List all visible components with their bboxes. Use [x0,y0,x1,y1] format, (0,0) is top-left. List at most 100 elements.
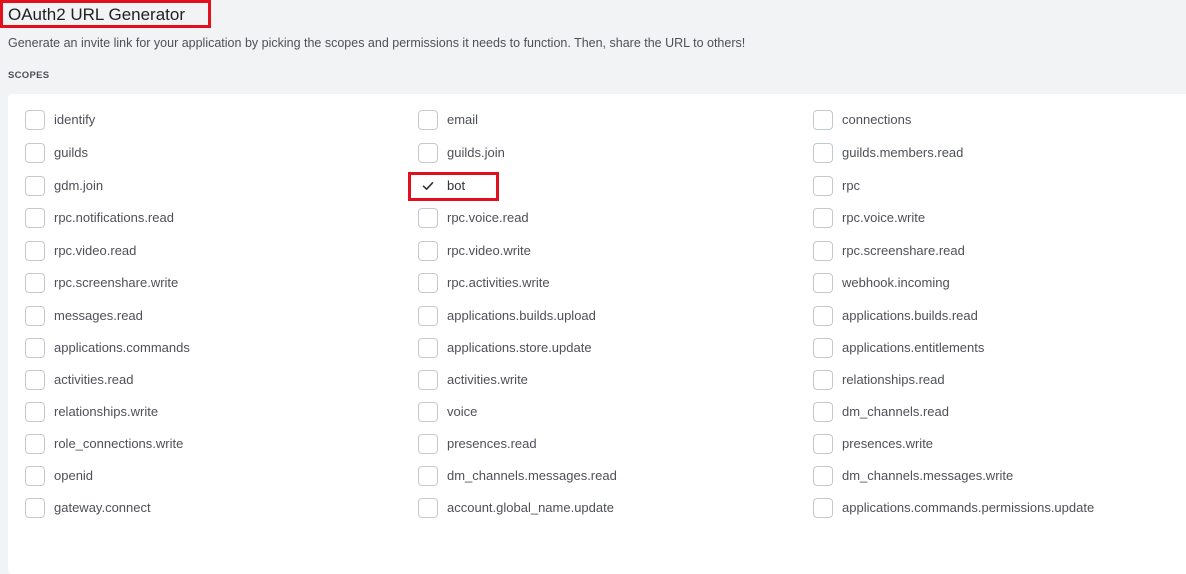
checkbox[interactable] [25,338,45,358]
scope-dm-channels-messages-read[interactable]: dm_channels.messages.read [418,464,617,488]
scope-rpc-screenshare-write[interactable]: rpc.screenshare.write [25,271,178,295]
scope-applications-builds-upload[interactable]: applications.builds.upload [418,304,596,328]
scope-role-connections-write[interactable]: role_connections.write [25,432,183,456]
checkbox[interactable] [25,370,45,390]
scope-label: relationships.read [842,372,945,387]
scope-relationships-read[interactable]: relationships.read [813,368,945,392]
checkbox[interactable] [813,466,833,486]
scope-label: gdm.join [54,178,104,193]
checkbox[interactable] [25,466,45,486]
scope-label: rpc.voice.write [842,210,926,225]
checkbox[interactable] [418,434,438,454]
scope-rpc-notifications-read[interactable]: rpc.notifications.read [25,206,174,230]
scope-openid[interactable]: openid [25,464,93,488]
scope-rpc-video-read[interactable]: rpc.video.read [25,239,136,263]
checkbox[interactable] [813,306,833,326]
scope-rpc[interactable]: rpc [813,174,860,198]
checkbox[interactable] [25,176,45,196]
scope-label: voice [447,404,478,419]
scope-label: bot [447,178,466,193]
scope-rpc-voice-read[interactable]: rpc.voice.read [418,206,529,230]
checkbox[interactable] [813,434,833,454]
page-description: Generate an invite link for your applica… [8,36,746,50]
scope-label: role_connections.write [54,436,184,451]
scope-label: dm_channels.messages.read [447,468,617,483]
checkbox[interactable] [813,370,833,390]
checkbox[interactable] [418,241,438,261]
scope-webhook-incoming[interactable]: webhook.incoming [813,271,950,295]
scope-label: guilds.members.read [842,145,964,160]
scope-dm-channels-read[interactable]: dm_channels.read [813,400,949,424]
checkbox[interactable] [813,338,833,358]
checkbox[interactable] [25,434,45,454]
checkbox[interactable] [25,241,45,261]
scope-identify[interactable]: identify [25,108,95,132]
scope-applications-entitlements[interactable]: applications.entitlements [813,336,984,360]
scope-email[interactable]: email [418,108,478,132]
checkbox[interactable] [25,402,45,422]
scope-rpc-voice-write[interactable]: rpc.voice.write [813,206,925,230]
checkbox[interactable] [418,110,438,130]
checkbox[interactable] [25,498,45,518]
scope-label: messages.read [54,308,143,323]
checkbox[interactable] [813,143,833,163]
scope-label: applications.commands [54,340,190,355]
scope-label: dm_channels.messages.write [842,468,1014,483]
checkbox[interactable] [813,176,833,196]
scope-label: applications.store.update [447,340,592,355]
checkbox[interactable] [813,110,833,130]
checkbox[interactable] [418,273,438,293]
scope-applications-builds-read[interactable]: applications.builds.read [813,304,978,328]
scope-guilds-members-read[interactable]: guilds.members.read [813,141,963,165]
scope-guilds[interactable]: guilds [25,141,88,165]
checkbox[interactable] [418,143,438,163]
scope-label: relationships.write [54,404,159,419]
scope-label: rpc [842,178,861,193]
checkbox[interactable] [418,306,438,326]
scope-gateway-connect[interactable]: gateway.connect [25,496,151,520]
scope-messages-read[interactable]: messages.read [25,304,143,328]
checkbox[interactable] [813,241,833,261]
scope-label: connections [842,112,912,127]
scope-activities-read[interactable]: activities.read [25,368,133,392]
scope-label: account.global_name.update [447,500,614,515]
scope-connections[interactable]: connections [813,108,911,132]
checkbox[interactable] [418,498,438,518]
scope-applications-commands-permissions-update[interactable]: applications.commands.permissions.update [813,496,1094,520]
scope-rpc-video-write[interactable]: rpc.video.write [418,239,531,263]
scope-voice[interactable]: voice [418,400,477,424]
checkbox[interactable] [813,273,833,293]
scope-label: rpc.notifications.read [54,210,174,225]
checkbox[interactable] [418,208,438,228]
checkbox[interactable] [418,466,438,486]
scope-guilds-join[interactable]: guilds.join [418,141,505,165]
checkmark-icon[interactable] [418,176,438,196]
scope-presences-read[interactable]: presences.read [418,432,537,456]
checkbox[interactable] [418,370,438,390]
scope-relationships-write[interactable]: relationships.write [25,400,158,424]
checkbox[interactable] [813,208,833,228]
scope-label: rpc.voice.read [447,210,529,225]
scope-activities-write[interactable]: activities.write [418,368,528,392]
checkbox[interactable] [25,143,45,163]
scope-applications-store-update[interactable]: applications.store.update [418,336,592,360]
scope-applications-commands[interactable]: applications.commands [25,336,190,360]
checkbox[interactable] [25,110,45,130]
checkbox[interactable] [25,273,45,293]
checkbox[interactable] [25,208,45,228]
scope-label: activities.write [447,372,528,387]
checkbox[interactable] [418,338,438,358]
scope-bot[interactable]: bot [418,174,465,198]
scope-dm-channels-messages-write[interactable]: dm_channels.messages.write [813,464,1013,488]
scope-rpc-activities-write[interactable]: rpc.activities.write [418,271,550,295]
checkbox[interactable] [813,498,833,518]
scope-account-global-name-update[interactable]: account.global_name.update [418,496,614,520]
scope-presences-write[interactable]: presences.write [813,432,933,456]
checkbox[interactable] [813,402,833,422]
checkbox[interactable] [25,306,45,326]
checkbox[interactable] [418,402,438,422]
scope-rpc-screenshare-read[interactable]: rpc.screenshare.read [813,239,965,263]
scope-gdm-join[interactable]: gdm.join [25,174,103,198]
scopes-panel: identify email connections guilds guilds.joi… [8,94,1186,574]
scope-label: webhook.incoming [842,275,950,290]
